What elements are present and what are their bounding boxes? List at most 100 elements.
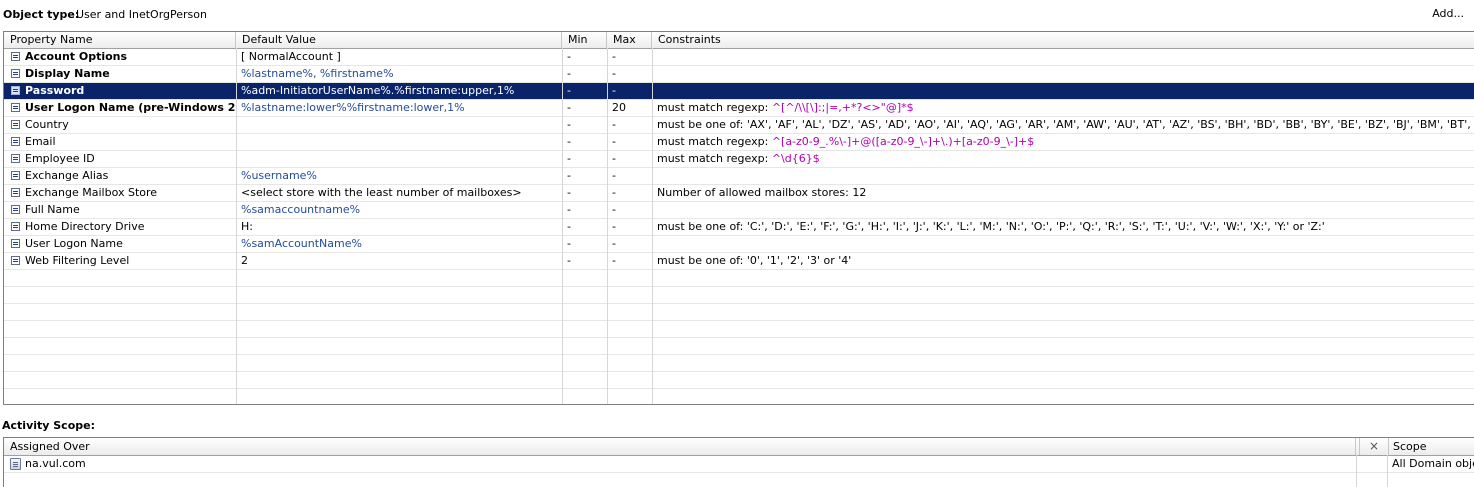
table-row[interactable]: Exchange Alias %username% - - xyxy=(4,168,1474,185)
max-value: - xyxy=(612,237,616,250)
empty-row xyxy=(4,338,1474,355)
constraint-text: must match regexp: xyxy=(657,135,772,148)
column-header-scope[interactable]: Scope xyxy=(1387,438,1474,455)
column-divider xyxy=(652,48,653,404)
empty-row xyxy=(4,372,1474,389)
table-row[interactable]: Country - - must be one of: 'AX', 'AF', 'AL… xyxy=(4,117,1474,134)
min-value: - xyxy=(567,135,571,148)
object-type-label: Object type: xyxy=(3,8,80,21)
activity-scope-label: Activity Scope: xyxy=(2,419,95,432)
empty-row xyxy=(4,304,1474,321)
min-value: - xyxy=(567,186,571,199)
constraint-regex: ^[a-z0-9_.%\-]+@([a-z0-9_\-]+\.)+[a-z0-9… xyxy=(771,135,1035,148)
max-value: - xyxy=(612,203,616,216)
table-row[interactable]: User Logon Name (pre-Windows 20... %lastn… xyxy=(4,100,1474,117)
column-divider xyxy=(607,48,608,404)
property-name: Employee ID xyxy=(25,152,95,165)
default-value: %adm-InitiatorUserName%.%firstname:upper… xyxy=(241,84,515,97)
column-header-max[interactable]: Max xyxy=(607,32,652,48)
default-value: %lastname:lower%%firstname:lower,1% xyxy=(241,101,465,114)
constraint-text: must be one of: 'C:', 'D:', 'E:', 'F:', … xyxy=(657,220,1325,233)
table-row[interactable]: Email - - must match regexp: ^[a-z0-9_.%\-]… xyxy=(4,134,1474,151)
constraints: must match regexp: ^[a-z0-9_.%\-]+@([a-z… xyxy=(652,134,1474,150)
column-header-assigned-over[interactable]: Assigned Over xyxy=(4,438,1356,455)
property-name: Password xyxy=(25,84,85,97)
constraints xyxy=(652,49,1474,65)
default-value xyxy=(236,117,562,133)
constraint-regex: ^\d{6}$ xyxy=(771,152,820,165)
column-divider xyxy=(562,48,563,404)
table-row[interactable]: Employee ID - - must match regexp: ^\d{6}$ xyxy=(4,151,1474,168)
property-name: Country xyxy=(25,118,69,131)
property-name: Exchange Mailbox Store xyxy=(25,186,158,199)
max-value: - xyxy=(612,50,616,63)
min-value: - xyxy=(567,203,571,216)
column-header-min[interactable]: Min xyxy=(562,32,607,48)
max-value: - xyxy=(612,220,616,233)
constraint-text: Number of allowed mailbox stores: 12 xyxy=(657,186,867,199)
table-row[interactable]: Password %adm-InitiatorUserName%.%firstna… xyxy=(4,83,1474,100)
table-row[interactable]: Exchange Mailbox Store <select store with… xyxy=(4,185,1474,202)
scope-value: All Domain object xyxy=(1392,457,1474,470)
scope-header: Assigned Over × Scope xyxy=(4,438,1474,456)
min-value: - xyxy=(567,220,571,233)
constraints: must match regexp: ^\d{6}$ xyxy=(652,151,1474,167)
table-row[interactable]: Home Directory Drive H: - - must be one of: … xyxy=(4,219,1474,236)
default-value: %samaccountname% xyxy=(241,203,361,216)
min-value: - xyxy=(567,237,571,250)
property-grid: Property Name Default Value Min Max Cons… xyxy=(3,31,1474,405)
max-value: - xyxy=(612,135,616,148)
close-icon[interactable]: × xyxy=(1359,438,1389,455)
table-row[interactable]: Full Name %samaccountname% - - xyxy=(4,202,1474,219)
empty-row xyxy=(4,355,1474,372)
constraint-text: must match regexp: xyxy=(657,101,772,114)
max-value: - xyxy=(612,169,616,182)
max-value: - xyxy=(612,84,616,97)
default-value: %samAccountName% xyxy=(241,237,362,250)
table-row[interactable]: Account Options [ NormalAccount ] - - xyxy=(4,49,1474,66)
min-value: - xyxy=(567,67,571,80)
property-name: Display Name xyxy=(25,67,110,80)
constraints xyxy=(652,236,1474,252)
property-name: Account Options xyxy=(25,50,128,63)
default-value: 2 xyxy=(241,254,248,267)
constraint-text: must be one of: '0', '1', '2', '3' or '4… xyxy=(657,254,852,267)
property-name: Home Directory Drive xyxy=(25,220,145,233)
add-button[interactable]: Add... xyxy=(1432,7,1464,20)
min-value: - xyxy=(567,152,571,165)
min-value: - xyxy=(567,118,571,131)
constraints xyxy=(652,202,1474,218)
column-header-property-name[interactable]: Property Name xyxy=(4,32,236,48)
column-divider xyxy=(1356,455,1357,487)
max-value: - xyxy=(612,118,616,131)
max-value: 20 xyxy=(612,101,626,114)
constraints: must be one of: '0', '1', '2', '3' or '4… xyxy=(652,253,1474,269)
activity-scope-grid: Assigned Over × Scope na.vul.com All Doma… xyxy=(3,437,1474,487)
empty-row xyxy=(4,287,1474,304)
table-row[interactable]: Display Name %lastname%, %firstname% - - xyxy=(4,66,1474,83)
property-name: User Logon Name (pre-Windows 20... xyxy=(25,101,236,114)
default-value xyxy=(236,151,562,167)
default-value xyxy=(236,134,562,150)
grid-header: Property Name Default Value Min Max Cons… xyxy=(4,32,1474,49)
object-type-value: User and InetOrgPerson xyxy=(76,8,207,21)
property-name: User Logon Name xyxy=(25,237,123,250)
scope-row[interactable]: na.vul.com All Domain object xyxy=(4,456,1474,473)
constraints xyxy=(652,83,1474,99)
table-row[interactable]: User Logon Name %samAccountName% - - xyxy=(4,236,1474,253)
default-value: <select store with the least number of m… xyxy=(241,186,522,199)
min-value: - xyxy=(567,254,571,267)
property-name: Full Name xyxy=(25,203,80,216)
default-value: %lastname%, %firstname% xyxy=(241,67,394,80)
column-divider xyxy=(1387,455,1388,487)
constraint-text: must be one of: 'AX', 'AF', 'AL', 'DZ', … xyxy=(657,118,1471,131)
column-header-constraints[interactable]: Constraints xyxy=(652,32,1474,48)
max-value: - xyxy=(612,152,616,165)
table-row[interactable]: Web Filtering Level 2 - - must be one of: '0… xyxy=(4,253,1474,270)
max-value: - xyxy=(612,254,616,267)
assigned-over: na.vul.com xyxy=(25,457,86,470)
constraints xyxy=(652,66,1474,82)
constraints xyxy=(652,168,1474,184)
column-header-default-value[interactable]: Default Value xyxy=(236,32,562,48)
empty-row xyxy=(4,270,1474,287)
